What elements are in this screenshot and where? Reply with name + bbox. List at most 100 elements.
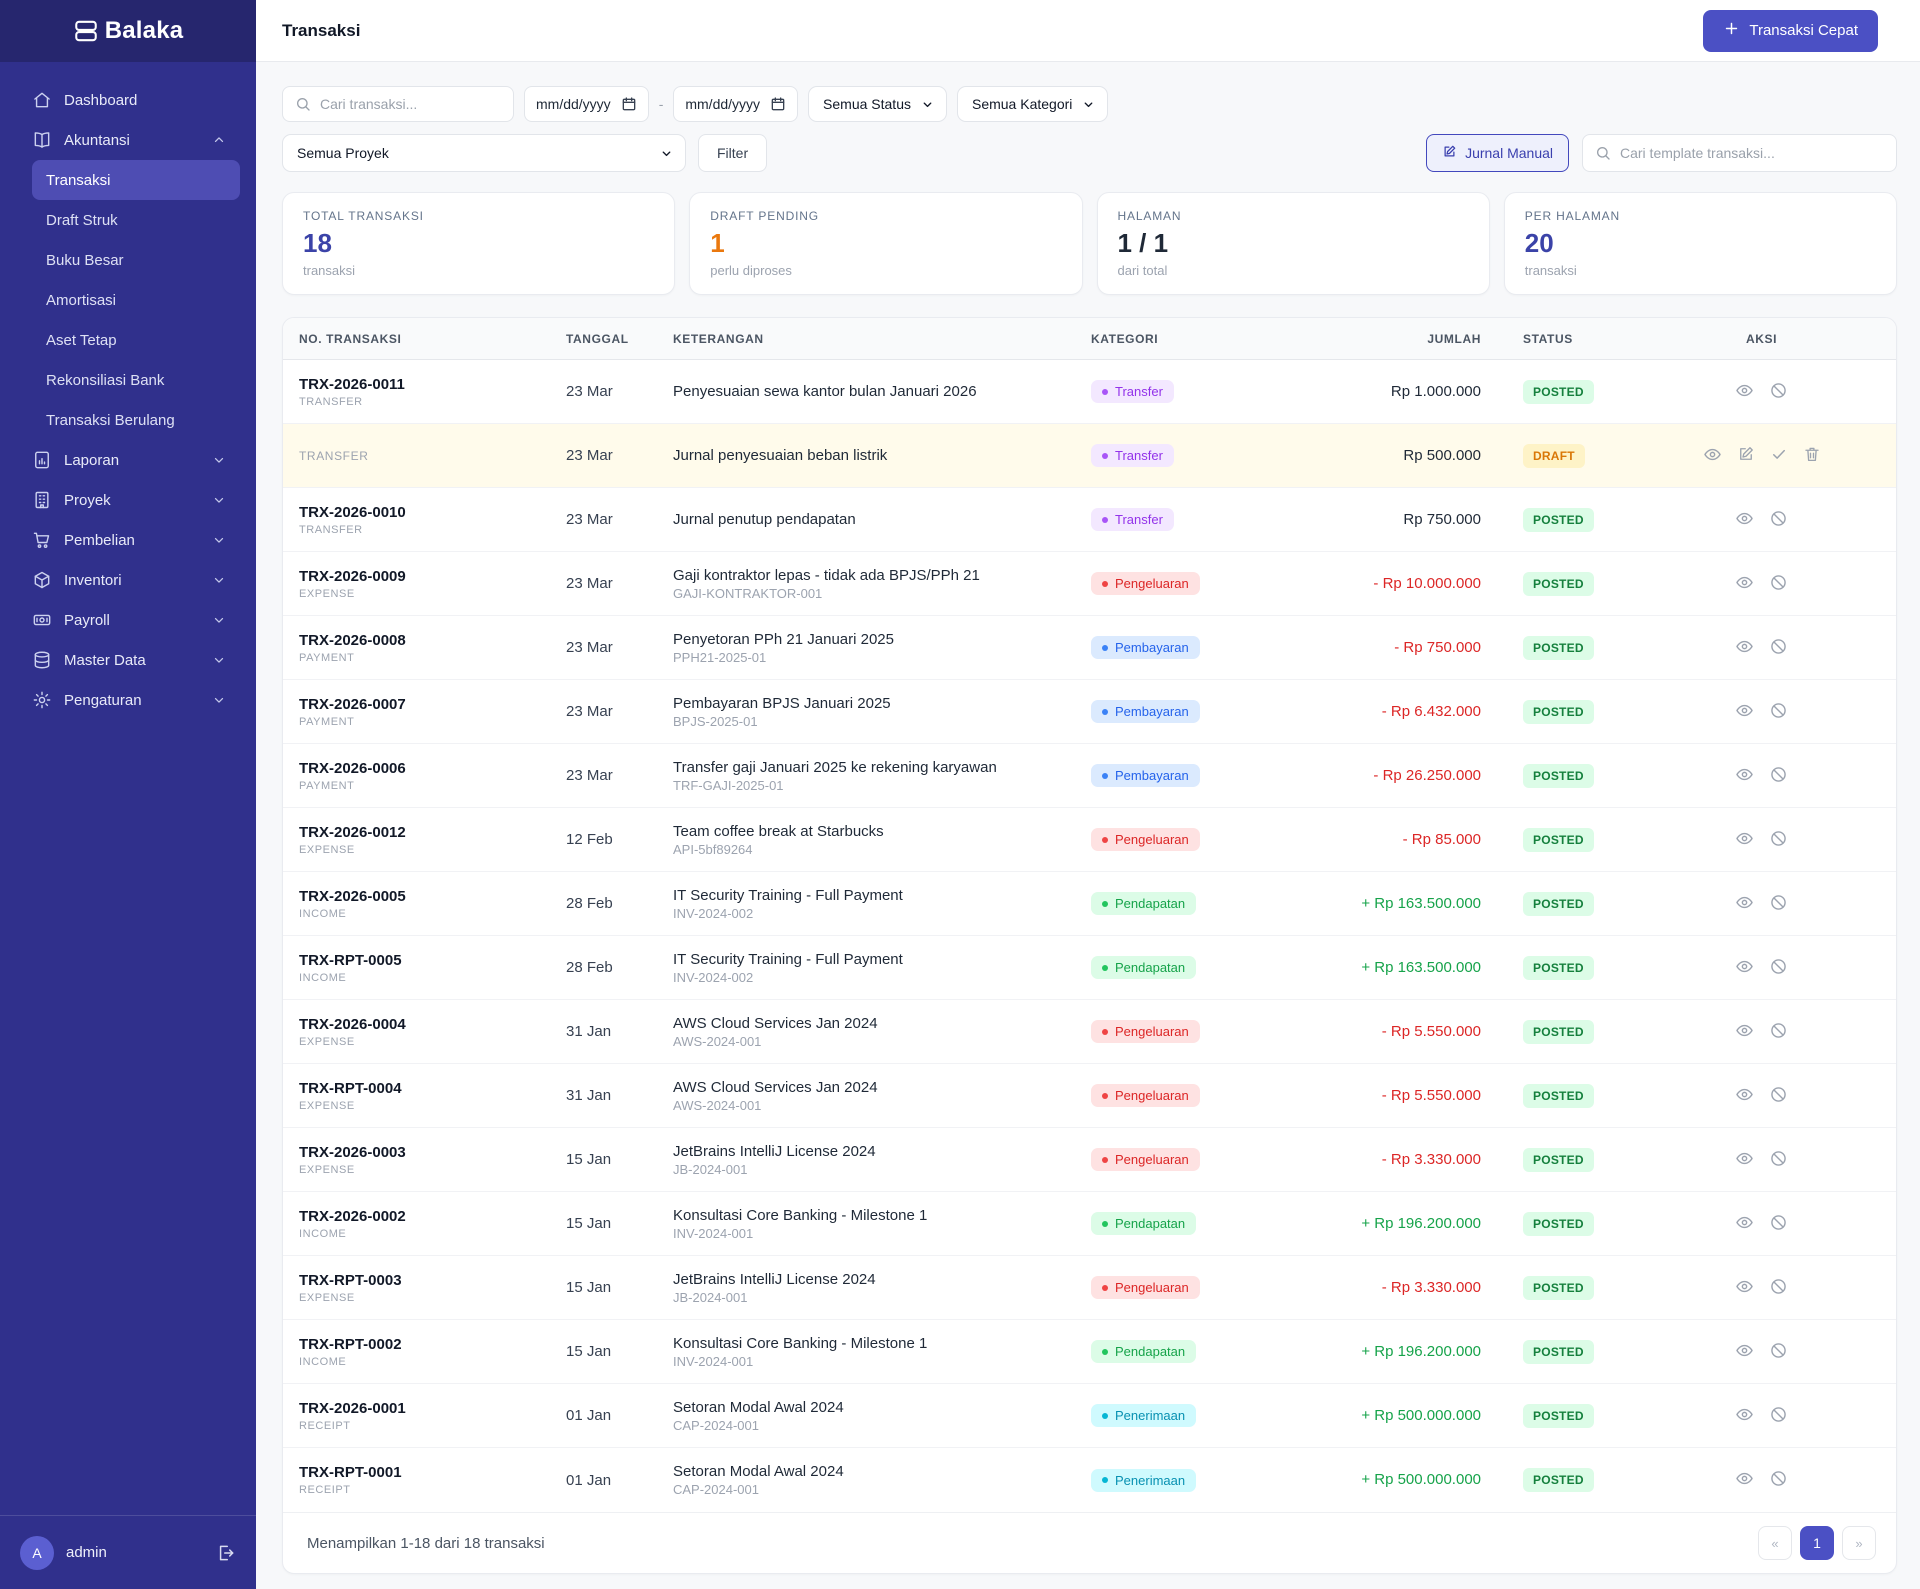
transaction-number: TRX-2026-0008 xyxy=(299,631,406,649)
void-button[interactable] xyxy=(1769,1021,1788,1043)
void-button[interactable] xyxy=(1769,1213,1788,1235)
eye-icon xyxy=(1735,765,1754,787)
ban-icon xyxy=(1769,381,1788,403)
approve-button[interactable] xyxy=(1770,445,1788,467)
void-button[interactable] xyxy=(1769,829,1788,851)
transaction-reference: INV-2024-002 xyxy=(673,905,754,921)
sidebar-item-payroll[interactable]: Payroll xyxy=(16,600,240,640)
sidebar-item-proyek[interactable]: Proyek xyxy=(16,480,240,520)
void-button[interactable] xyxy=(1769,637,1788,659)
chevron-down-icon xyxy=(212,453,226,467)
sidebar-item-laporan[interactable]: Laporan xyxy=(16,440,240,480)
manual-journal-button[interactable]: Jurnal Manual xyxy=(1426,134,1569,172)
view-button[interactable] xyxy=(1735,957,1754,979)
status-select[interactable]: Semua Status xyxy=(808,86,947,122)
sidebar-item-inventori[interactable]: Inventori xyxy=(16,560,240,600)
view-button[interactable] xyxy=(1735,1341,1754,1363)
eye-icon xyxy=(1703,445,1722,467)
ban-icon xyxy=(1769,893,1788,915)
sidebar-item-rekonsiliasi-bank[interactable]: Rekonsiliasi Bank xyxy=(32,360,240,400)
sidebar-item-amortisasi[interactable]: Amortisasi xyxy=(32,280,240,320)
category-dot-icon xyxy=(1102,452,1108,459)
eye-icon xyxy=(1735,1405,1754,1427)
category-dot-icon xyxy=(1102,1092,1108,1099)
sidebar-item-draft-struk[interactable]: Draft Struk xyxy=(32,200,240,240)
sidebar-item-aset-tetap[interactable]: Aset Tetap xyxy=(32,320,240,360)
view-button[interactable] xyxy=(1735,893,1754,915)
void-button[interactable] xyxy=(1769,381,1788,403)
view-button[interactable] xyxy=(1735,381,1754,403)
transaction-date: 01 Jan xyxy=(566,1471,612,1489)
void-button[interactable] xyxy=(1769,893,1788,915)
previous-page-button[interactable]: « xyxy=(1758,1526,1792,1560)
date-from-field[interactable]: mm/dd/yyyy xyxy=(524,86,649,122)
banknote-icon xyxy=(32,610,52,630)
quick-transaction-button[interactable]: Transaksi Cepat xyxy=(1703,9,1878,52)
row-actions xyxy=(1671,1085,1896,1107)
sidebar-item-transaksi[interactable]: Transaksi xyxy=(32,160,240,200)
category-dot-icon xyxy=(1102,580,1108,587)
next-page-button[interactable]: » xyxy=(1842,1526,1876,1560)
category-badge: Penerimaan xyxy=(1091,1404,1197,1427)
current-page-button[interactable]: 1 xyxy=(1800,1526,1834,1560)
void-button[interactable] xyxy=(1769,765,1788,787)
view-button[interactable] xyxy=(1735,701,1754,723)
sidebar-item-transaksi-berulang[interactable]: Transaksi Berulang xyxy=(32,400,240,440)
category-badge: Pendapatan xyxy=(1091,956,1197,979)
void-button[interactable] xyxy=(1769,1085,1788,1107)
void-button[interactable] xyxy=(1769,1277,1788,1299)
building-icon xyxy=(32,490,52,510)
sidebar-item-buku-besar[interactable]: Buku Besar xyxy=(32,240,240,280)
filter-button[interactable]: Filter xyxy=(698,134,768,172)
transaction-amount: + Rp 163.500.000 xyxy=(1361,894,1481,912)
sidebar-item-master-data[interactable]: Master Data xyxy=(16,640,240,680)
view-button[interactable] xyxy=(1735,1213,1754,1235)
view-button[interactable] xyxy=(1735,637,1754,659)
sidebar-item-pengaturan[interactable]: Pengaturan xyxy=(16,680,240,720)
void-button[interactable] xyxy=(1769,1405,1788,1427)
view-button[interactable] xyxy=(1735,1277,1754,1299)
category-select[interactable]: Semua Kategori xyxy=(956,86,1109,122)
view-button[interactable] xyxy=(1735,509,1754,531)
card-value: 20 xyxy=(1524,228,1554,258)
category-badge: Transfer xyxy=(1091,444,1174,467)
chevron-down-icon xyxy=(212,493,226,507)
table-row: TRX-2026-0007 PAYMENT 23 Mar Pembayaran BPJ… xyxy=(283,680,1896,744)
void-button[interactable] xyxy=(1769,509,1788,531)
view-button[interactable] xyxy=(1703,445,1722,467)
void-button[interactable] xyxy=(1769,1341,1788,1363)
view-button[interactable] xyxy=(1735,1085,1754,1107)
category-badge: Penerimaan xyxy=(1091,1468,1197,1492)
view-button[interactable] xyxy=(1735,573,1754,595)
transaction-description: Pembayaran BPJS Januari 2025 xyxy=(673,694,891,712)
void-button[interactable] xyxy=(1769,701,1788,723)
template-search-input[interactable] xyxy=(1620,145,1884,161)
table-row: TRX-2026-0011 TRANSFER 23 Mar Penyesuaian s… xyxy=(283,360,1896,424)
table-row: TRX-2026-0005 INCOME 28 Feb IT Security Tra… xyxy=(283,872,1896,936)
logout-icon[interactable] xyxy=(216,1543,236,1563)
transaction-number: TRX-2026-0003 xyxy=(299,1143,406,1161)
view-button[interactable] xyxy=(1735,1405,1754,1427)
void-button[interactable] xyxy=(1769,573,1788,595)
view-button[interactable] xyxy=(1735,1149,1754,1171)
view-button[interactable] xyxy=(1735,765,1754,787)
view-button[interactable] xyxy=(1735,1469,1754,1491)
date-to-field[interactable]: mm/dd/yyyy xyxy=(673,86,799,122)
transaction-number: TRX-RPT-0001 xyxy=(299,1464,402,1481)
view-button[interactable] xyxy=(1735,829,1754,851)
sidebar-item-dashboard[interactable]: Dashboard xyxy=(16,80,240,120)
project-select[interactable]: Semua Proyek xyxy=(282,134,686,172)
category-dot-icon xyxy=(1102,836,1108,843)
transaction-search-input[interactable] xyxy=(320,96,501,112)
view-button[interactable] xyxy=(1735,1021,1754,1043)
transaction-reference: BPJS-2025-01 xyxy=(673,713,758,729)
void-button[interactable] xyxy=(1769,1469,1788,1491)
delete-button[interactable] xyxy=(1803,445,1821,467)
transaction-number: TRX-RPT-0003 xyxy=(299,1271,402,1289)
edit-button[interactable] xyxy=(1737,445,1755,467)
transaction-type: INCOME xyxy=(299,1355,347,1368)
void-button[interactable] xyxy=(1769,1149,1788,1171)
void-button[interactable] xyxy=(1769,957,1788,979)
sidebar-item-pembelian[interactable]: Pembelian xyxy=(16,520,240,560)
sidebar-item-akuntansi[interactable]: Akuntansi xyxy=(16,120,240,160)
